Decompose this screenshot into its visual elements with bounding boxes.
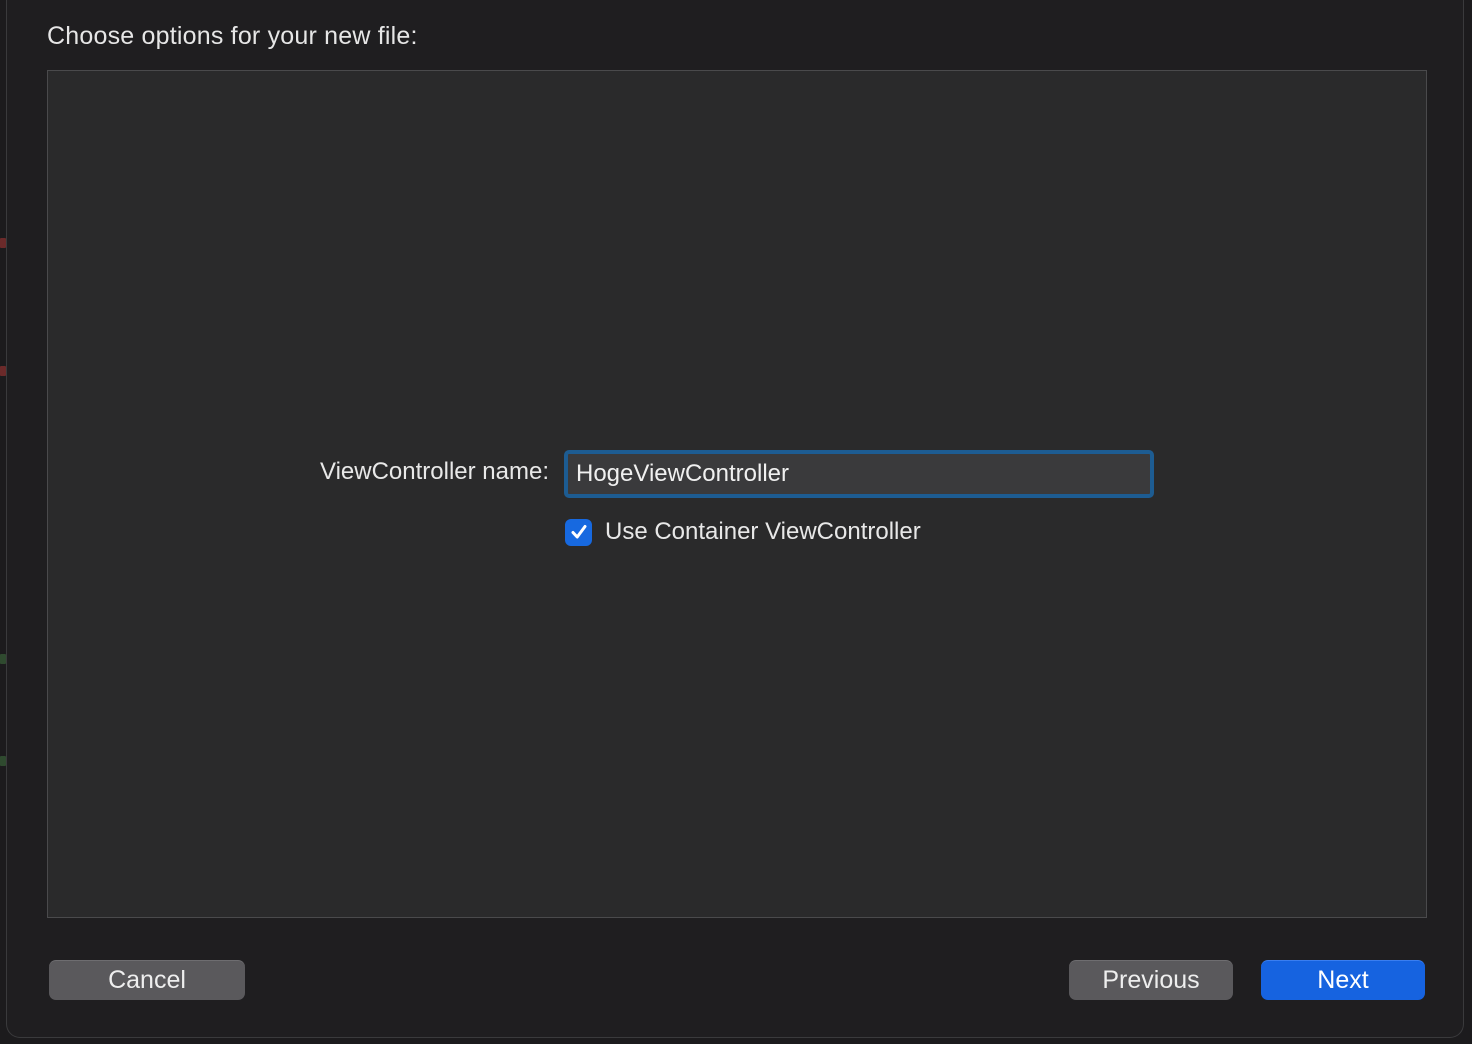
checkmark-icon bbox=[571, 525, 586, 539]
options-panel: ViewController name: Use Container ViewC… bbox=[47, 70, 1427, 918]
use-container-checkbox-label[interactable]: Use Container ViewController bbox=[605, 518, 921, 546]
use-container-checkbox-row[interactable]: Use Container ViewController bbox=[565, 517, 921, 547]
cancel-button[interactable]: Cancel bbox=[49, 960, 245, 1000]
viewcontroller-name-field[interactable] bbox=[564, 450, 1154, 498]
new-file-options-sheet: Choose options for your new file: ViewCo… bbox=[6, 0, 1464, 1038]
next-button[interactable]: Next bbox=[1261, 960, 1425, 1000]
previous-button[interactable]: Previous bbox=[1069, 960, 1233, 1000]
use-container-checkbox[interactable] bbox=[565, 518, 592, 546]
viewcontroller-name-label: ViewController name: bbox=[320, 458, 549, 485]
sheet-title: Choose options for your new file: bbox=[47, 22, 418, 50]
